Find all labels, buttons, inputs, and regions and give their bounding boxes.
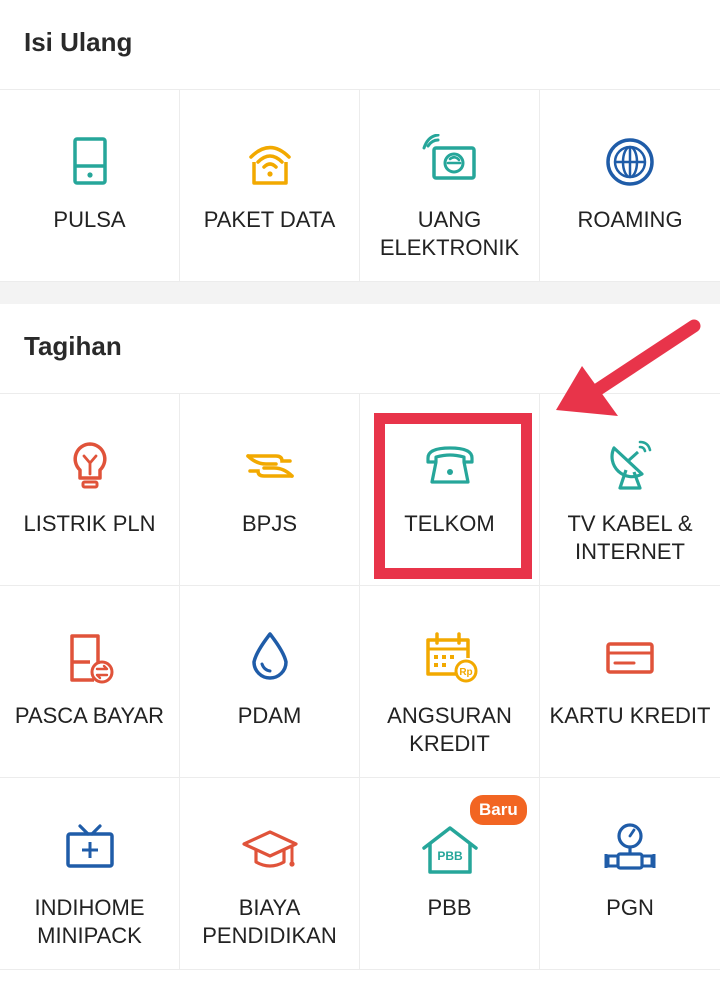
menu-item-label: INDIHOME MINIPACK bbox=[34, 895, 145, 948]
menu-item-listrik-pln[interactable]: LISTRIK PLN bbox=[0, 394, 180, 586]
gas-meter-icon bbox=[602, 822, 658, 878]
postpaid-phone-icon bbox=[62, 630, 118, 686]
menu-item-roaming[interactable]: ROAMING bbox=[540, 90, 720, 282]
menu-item-telkom[interactable]: TELKOM bbox=[360, 394, 540, 586]
menu-item-tv-kabel-internet[interactable]: TV KABEL & INTERNET bbox=[540, 394, 720, 586]
menu-item-pdam[interactable]: PDAM bbox=[180, 586, 360, 778]
phone-icon bbox=[62, 134, 118, 190]
menu-item-label: PBB bbox=[427, 895, 472, 920]
menu-item-label: TELKOM bbox=[404, 511, 495, 536]
new-badge: Baru bbox=[470, 795, 527, 825]
section-tagihan: Tagihan LISTRIK PLN BPJS TELKOM TV KABEL… bbox=[0, 304, 720, 970]
water-drop-icon bbox=[242, 630, 298, 686]
graduation-cap-icon bbox=[241, 822, 298, 878]
menu-item-uang-elektronik[interactable]: UANG ELEKTRONIK bbox=[360, 90, 540, 282]
menu-item-paket-data[interactable]: PAKET DATA bbox=[180, 90, 360, 282]
menu-item-label: TV KABEL & INTERNET bbox=[567, 511, 693, 564]
menu-item-label: PULSA bbox=[53, 207, 126, 232]
svg-text:Rp: Rp bbox=[459, 667, 472, 678]
tv-icon bbox=[62, 822, 118, 878]
menu-item-label: ANGSURAN KREDIT bbox=[387, 703, 512, 756]
menu-item-label: PGN bbox=[606, 895, 654, 920]
section-title-tagihan: Tagihan bbox=[0, 304, 720, 394]
calendar-rp-icon: Rp bbox=[422, 630, 478, 686]
menu-item-kartu-kredit[interactable]: KARTU KREDIT bbox=[540, 586, 720, 778]
menu-item-label: ROAMING bbox=[577, 207, 683, 232]
e-money-card-icon bbox=[422, 134, 478, 190]
menu-item-label: UANG ELEKTRONIK bbox=[379, 207, 520, 260]
menu-item-label: BPJS bbox=[241, 511, 298, 536]
menu-item-label: BIAYA PENDIDIKAN bbox=[202, 895, 337, 948]
house-pbb-icon: PBB bbox=[421, 822, 478, 878]
pbb-icon-text: PBB bbox=[437, 849, 463, 863]
wifi-router-icon bbox=[242, 134, 298, 190]
telephone-icon bbox=[422, 438, 478, 494]
menu-item-angsuran-kredit[interactable]: Rp ANGSURAN KREDIT bbox=[360, 586, 540, 778]
hands-icon bbox=[242, 438, 298, 494]
menu-item-label: PAKET DATA bbox=[203, 207, 336, 232]
menu-item-label: PDAM bbox=[237, 703, 302, 728]
menu-item-label: KARTU KREDIT bbox=[549, 703, 711, 728]
section-divider bbox=[0, 282, 720, 304]
credit-card-icon bbox=[602, 630, 658, 686]
section-title-isi-ulang: Isi Ulang bbox=[0, 0, 720, 90]
menu-item-pgn[interactable]: PGN bbox=[540, 778, 720, 970]
menu-item-pbb[interactable]: Baru PBB PBB bbox=[360, 778, 540, 970]
lightbulb-icon bbox=[62, 438, 118, 494]
menu-item-pulsa[interactable]: PULSA bbox=[0, 90, 180, 282]
menu-item-label: LISTRIK PLN bbox=[23, 511, 156, 536]
satellite-dish-icon bbox=[602, 438, 658, 494]
isi-ulang-grid: PULSA PAKET DATA UANG ELEKTRONIK ROAMING bbox=[0, 90, 720, 282]
tagihan-grid: LISTRIK PLN BPJS TELKOM TV KABEL & INTER… bbox=[0, 394, 720, 970]
menu-item-biaya-pendidikan[interactable]: BIAYA PENDIDIKAN bbox=[180, 778, 360, 970]
menu-item-indihome-minipack[interactable]: INDIHOME MINIPACK bbox=[0, 778, 180, 970]
section-isi-ulang: Isi Ulang PULSA PAKET DATA UANG ELEKTRON… bbox=[0, 0, 720, 282]
menu-item-bpjs[interactable]: BPJS bbox=[180, 394, 360, 586]
globe-icon bbox=[602, 134, 658, 190]
menu-item-pasca-bayar[interactable]: PASCA BAYAR bbox=[0, 586, 180, 778]
menu-item-label: PASCA BAYAR bbox=[14, 703, 165, 728]
